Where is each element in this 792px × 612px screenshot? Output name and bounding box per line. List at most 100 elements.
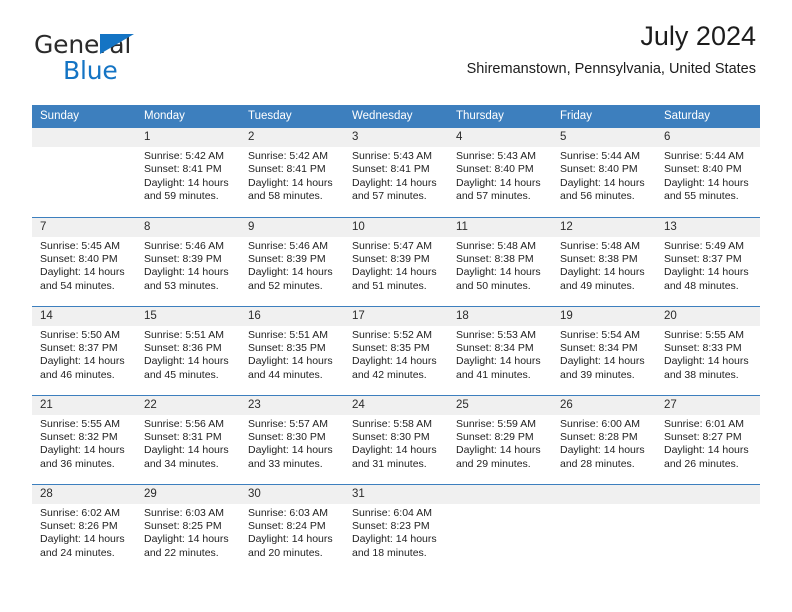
day-number: 1 bbox=[136, 128, 240, 147]
daylight-text-line2: and 44 minutes. bbox=[248, 368, 323, 381]
day-number: 15 bbox=[136, 306, 240, 326]
sunrise-text: Sunrise: 5:56 AM bbox=[144, 417, 224, 430]
daylight-text-line1: Daylight: 14 hours bbox=[664, 444, 749, 457]
sunrise-text: Sunrise: 5:44 AM bbox=[664, 150, 744, 162]
calendar-day-cell[interactable]: 7 Sunrise: 5:45 AM Sunset: 8:40 PM Daylight… bbox=[32, 216, 136, 306]
calendar-day-cell[interactable]: 26 Sunrise: 6:00 AM Sunset: 8:28 PM Dayligh… bbox=[552, 394, 656, 484]
calendar-day-cell[interactable]: 18 Sunrise: 5:53 AM Sunset: 8:34 PM Dayligh… bbox=[448, 305, 552, 395]
sunset-text: Sunset: 8:35 PM bbox=[248, 341, 326, 354]
day-number: 19 bbox=[552, 306, 656, 326]
calendar-day-cell[interactable]: 31 Sunrise: 6:04 AM Sunset: 8:23 PM Dayligh… bbox=[344, 483, 448, 573]
daylight-text-line1: Daylight: 14 hours bbox=[352, 533, 437, 546]
calendar-day-cell[interactable]: 10 Sunrise: 5:47 AM Sunset: 8:39 PM Dayligh… bbox=[344, 216, 448, 306]
calendar-day-cell[interactable]: 27 Sunrise: 6:01 AM Sunset: 8:27 PM Dayligh… bbox=[656, 394, 760, 484]
daylight-text-line1: Daylight: 14 hours bbox=[40, 444, 125, 457]
calendar-day-cell[interactable]: 8 Sunrise: 5:46 AM Sunset: 8:39 PM Daylight… bbox=[136, 216, 240, 306]
calendar-day-cell[interactable]: 14 Sunrise: 5:50 AM Sunset: 8:37 PM Dayligh… bbox=[32, 305, 136, 395]
daylight-text-line2: and 28 minutes. bbox=[560, 457, 635, 470]
day-number: 3 bbox=[344, 128, 448, 147]
sunrise-text: Sunrise: 6:00 AM bbox=[560, 417, 640, 430]
day-number: 25 bbox=[448, 395, 552, 415]
sunrise-text: Sunrise: 5:57 AM bbox=[248, 417, 328, 430]
calendar-day-cell[interactable]: 20 Sunrise: 5:55 AM Sunset: 8:33 PM Dayligh… bbox=[656, 305, 760, 395]
calendar-day-cell[interactable]: 9 Sunrise: 5:46 AM Sunset: 8:39 PM Daylight… bbox=[240, 216, 344, 306]
daylight-text-line2: and 56 minutes. bbox=[560, 190, 635, 203]
day-details bbox=[448, 504, 552, 507]
calendar-day-cell[interactable]: 28 Sunrise: 6:02 AM Sunset: 8:26 PM Dayligh… bbox=[32, 483, 136, 573]
sunset-text: Sunset: 8:30 PM bbox=[352, 430, 430, 443]
calendar-day-cell[interactable]: 17 Sunrise: 5:52 AM Sunset: 8:35 PM Dayligh… bbox=[344, 305, 448, 395]
daylight-text-line2: and 38 minutes. bbox=[664, 368, 739, 381]
daylight-text-line2: and 48 minutes. bbox=[664, 279, 739, 292]
daylight-text-line2: and 57 minutes. bbox=[352, 190, 427, 203]
day-number: 12 bbox=[552, 217, 656, 237]
daylight-text-line1: Daylight: 14 hours bbox=[456, 176, 541, 189]
day-details: Sunrise: 6:02 AM Sunset: 8:26 PM Daylight:… bbox=[32, 504, 136, 561]
calendar-day-cell[interactable]: 23 Sunrise: 5:57 AM Sunset: 8:30 PM Dayligh… bbox=[240, 394, 344, 484]
calendar-day-cell[interactable]: 6 Sunrise: 5:44 AM Sunset: 8:40 PM Daylight… bbox=[656, 128, 760, 217]
sunset-text: Sunset: 8:28 PM bbox=[560, 430, 638, 443]
calendar-day-cell[interactable]: 1 Sunrise: 5:42 AM Sunset: 8:41 PM Daylight… bbox=[136, 128, 240, 217]
calendar-day-cell[interactable]: 30 Sunrise: 6:03 AM Sunset: 8:24 PM Dayligh… bbox=[240, 483, 344, 573]
daylight-text-line2: and 59 minutes. bbox=[144, 190, 219, 203]
calendar-day-cell[interactable]: 13 Sunrise: 5:49 AM Sunset: 8:37 PM Dayligh… bbox=[656, 216, 760, 306]
daylight-text-line2: and 18 minutes. bbox=[352, 546, 427, 559]
calendar-day-cell[interactable]: 21 Sunrise: 5:55 AM Sunset: 8:32 PM Dayligh… bbox=[32, 394, 136, 484]
day-number: 20 bbox=[656, 306, 760, 326]
daylight-text-line2: and 46 minutes. bbox=[40, 368, 115, 381]
daylight-text-line2: and 24 minutes. bbox=[40, 546, 115, 559]
calendar-day-cell[interactable]: 2 Sunrise: 5:42 AM Sunset: 8:41 PM Daylight… bbox=[240, 128, 344, 217]
sunset-text: Sunset: 8:24 PM bbox=[248, 519, 326, 532]
calendar-day-cell[interactable]: 25 Sunrise: 5:59 AM Sunset: 8:29 PM Dayligh… bbox=[448, 394, 552, 484]
day-number: 29 bbox=[136, 484, 240, 504]
day-details: Sunrise: 5:53 AM Sunset: 8:34 PM Daylight:… bbox=[448, 326, 552, 383]
sunrise-text: Sunrise: 5:59 AM bbox=[456, 417, 536, 430]
day-number: 27 bbox=[656, 395, 760, 415]
day-details: Sunrise: 5:48 AM Sunset: 8:38 PM Daylight:… bbox=[552, 237, 656, 294]
sunset-text: Sunset: 8:23 PM bbox=[352, 519, 430, 532]
calendar-day-cell[interactable]: 12 Sunrise: 5:48 AM Sunset: 8:38 PM Dayligh… bbox=[552, 216, 656, 306]
calendar-day-cell-empty bbox=[552, 483, 656, 573]
calendar-day-cell[interactable]: 24 Sunrise: 5:58 AM Sunset: 8:30 PM Dayligh… bbox=[344, 394, 448, 484]
calendar-day-cell[interactable]: 22 Sunrise: 5:56 AM Sunset: 8:31 PM Dayligh… bbox=[136, 394, 240, 484]
calendar-day-cell[interactable]: 3 Sunrise: 5:43 AM Sunset: 8:41 PM Daylight… bbox=[344, 128, 448, 217]
daylight-text-line2: and 57 minutes. bbox=[456, 190, 531, 203]
daylight-text-line2: and 55 minutes. bbox=[664, 190, 739, 203]
daylight-text-line1: Daylight: 14 hours bbox=[248, 444, 333, 457]
day-details: Sunrise: 5:48 AM Sunset: 8:38 PM Daylight:… bbox=[448, 237, 552, 294]
daylight-text-line1: Daylight: 14 hours bbox=[40, 355, 125, 368]
calendar-day-cell[interactable]: 5 Sunrise: 5:44 AM Sunset: 8:40 PM Daylight… bbox=[552, 128, 656, 217]
sunrise-text: Sunrise: 5:50 AM bbox=[40, 328, 120, 341]
sunset-text: Sunset: 8:40 PM bbox=[560, 163, 638, 176]
calendar-day-cell[interactable]: 4 Sunrise: 5:43 AM Sunset: 8:40 PM Daylight… bbox=[448, 128, 552, 217]
sunset-text: Sunset: 8:41 PM bbox=[352, 163, 430, 176]
sunrise-text: Sunrise: 5:48 AM bbox=[560, 239, 640, 252]
daylight-text-line1: Daylight: 14 hours bbox=[664, 176, 749, 189]
calendar-day-cell[interactable]: 15 Sunrise: 5:51 AM Sunset: 8:36 PM Dayligh… bbox=[136, 305, 240, 395]
sunrise-text: Sunrise: 5:45 AM bbox=[40, 239, 120, 252]
day-number: 2 bbox=[240, 128, 344, 147]
calendar-day-cell[interactable]: 11 Sunrise: 5:48 AM Sunset: 8:38 PM Dayligh… bbox=[448, 216, 552, 306]
daylight-text-line1: Daylight: 14 hours bbox=[40, 533, 125, 546]
daylight-text-line1: Daylight: 14 hours bbox=[664, 355, 749, 368]
day-details: Sunrise: 5:44 AM Sunset: 8:40 PM Daylight:… bbox=[552, 147, 656, 204]
day-number: 17 bbox=[344, 306, 448, 326]
day-number: 8 bbox=[136, 217, 240, 237]
calendar-day-cell[interactable]: 16 Sunrise: 5:51 AM Sunset: 8:35 PM Dayligh… bbox=[240, 305, 344, 395]
calendar-day-cell-empty bbox=[448, 483, 552, 573]
weekday-header-wednesday: Wednesday bbox=[344, 105, 448, 128]
day-details: Sunrise: 5:54 AM Sunset: 8:34 PM Daylight:… bbox=[552, 326, 656, 383]
calendar-day-cell[interactable]: 29 Sunrise: 6:03 AM Sunset: 8:25 PM Dayligh… bbox=[136, 483, 240, 573]
sunset-text: Sunset: 8:39 PM bbox=[144, 252, 222, 265]
calendar-page: General Blue July 2024 Shiremanstown, Pe… bbox=[0, 0, 792, 612]
sunrise-text: Sunrise: 5:46 AM bbox=[144, 239, 224, 252]
calendar-day-cell[interactable]: 19 Sunrise: 5:54 AM Sunset: 8:34 PM Dayligh… bbox=[552, 305, 656, 395]
sunrise-text: Sunrise: 5:54 AM bbox=[560, 328, 640, 341]
daylight-text-line1: Daylight: 14 hours bbox=[560, 176, 645, 189]
day-details: Sunrise: 5:50 AM Sunset: 8:37 PM Daylight:… bbox=[32, 326, 136, 383]
daylight-text-line1: Daylight: 14 hours bbox=[248, 176, 333, 189]
day-details: Sunrise: 6:03 AM Sunset: 8:25 PM Daylight:… bbox=[136, 504, 240, 561]
daylight-text-line1: Daylight: 14 hours bbox=[40, 266, 125, 279]
day-number bbox=[552, 484, 656, 504]
daylight-text-line1: Daylight: 14 hours bbox=[456, 266, 541, 279]
